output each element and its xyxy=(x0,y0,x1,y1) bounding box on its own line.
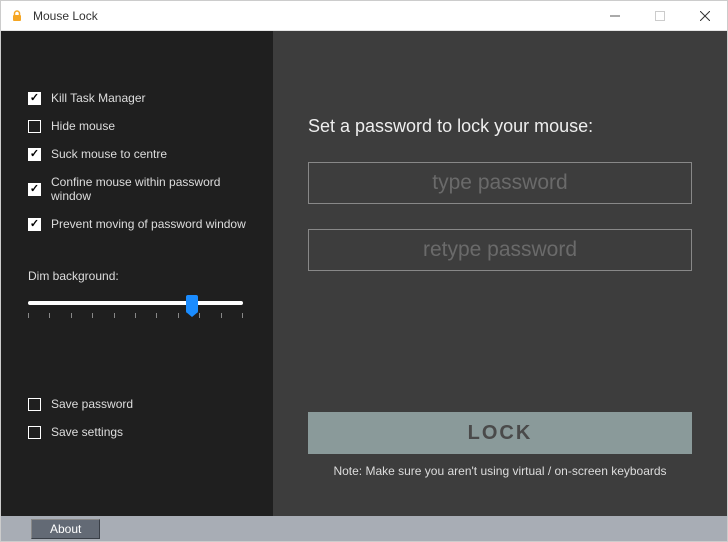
close-button[interactable] xyxy=(682,1,727,30)
option-label: Prevent moving of password window xyxy=(51,217,246,231)
lock-button[interactable]: LOCK xyxy=(308,412,692,454)
slider-thumb[interactable] xyxy=(186,295,198,313)
checkbox-icon[interactable] xyxy=(28,218,41,231)
minimize-button[interactable] xyxy=(592,1,637,30)
option-label: Save settings xyxy=(51,425,123,439)
option-label: Confine mouse within password window xyxy=(51,175,253,203)
retype-password-input[interactable] xyxy=(308,229,692,271)
about-button[interactable]: About xyxy=(31,519,100,539)
maximize-button xyxy=(637,1,682,30)
option-kill-task-manager[interactable]: Kill Task Manager xyxy=(28,91,253,105)
checkbox-icon[interactable] xyxy=(28,92,41,105)
slider-track xyxy=(28,301,243,305)
main-heading: Set a password to lock your mouse: xyxy=(308,116,692,137)
option-prevent-move[interactable]: Prevent moving of password window xyxy=(28,217,253,231)
slider-ticks xyxy=(28,313,243,318)
save-section: Save password Save settings xyxy=(28,397,253,439)
window-controls xyxy=(592,1,727,30)
option-save-settings[interactable]: Save settings xyxy=(28,425,253,439)
checkbox-icon[interactable] xyxy=(28,426,41,439)
dim-label: Dim background: xyxy=(28,269,253,283)
option-save-password[interactable]: Save password xyxy=(28,397,253,411)
checkbox-icon[interactable] xyxy=(28,183,41,196)
app-body: Kill Task Manager Hide mouse Suck mouse … xyxy=(1,31,727,516)
option-label: Save password xyxy=(51,397,133,411)
checkbox-icon[interactable] xyxy=(28,120,41,133)
checkbox-icon[interactable] xyxy=(28,398,41,411)
status-bar: About xyxy=(1,516,727,541)
spacer xyxy=(308,296,692,412)
title-bar[interactable]: Mouse Lock xyxy=(1,1,727,31)
option-label: Kill Task Manager xyxy=(51,91,146,105)
dim-slider[interactable] xyxy=(28,295,243,325)
main-panel: Set a password to lock your mouse: LOCK … xyxy=(273,31,727,516)
option-label: Hide mouse xyxy=(51,119,115,133)
dim-section: Dim background: xyxy=(28,269,253,325)
app-window: Mouse Lock Kill Task Manager Hide mouse xyxy=(0,0,728,542)
keyboard-note: Note: Make sure you aren't using virtual… xyxy=(308,464,692,478)
options-panel: Kill Task Manager Hide mouse Suck mouse … xyxy=(1,31,273,516)
password-input[interactable] xyxy=(308,162,692,204)
window-title: Mouse Lock xyxy=(33,9,592,23)
option-confine-mouse[interactable]: Confine mouse within password window xyxy=(28,175,253,203)
option-label: Suck mouse to centre xyxy=(51,147,167,161)
checkbox-icon[interactable] xyxy=(28,148,41,161)
option-suck-mouse[interactable]: Suck mouse to centre xyxy=(28,147,253,161)
lock-icon xyxy=(9,8,25,24)
option-hide-mouse[interactable]: Hide mouse xyxy=(28,119,253,133)
